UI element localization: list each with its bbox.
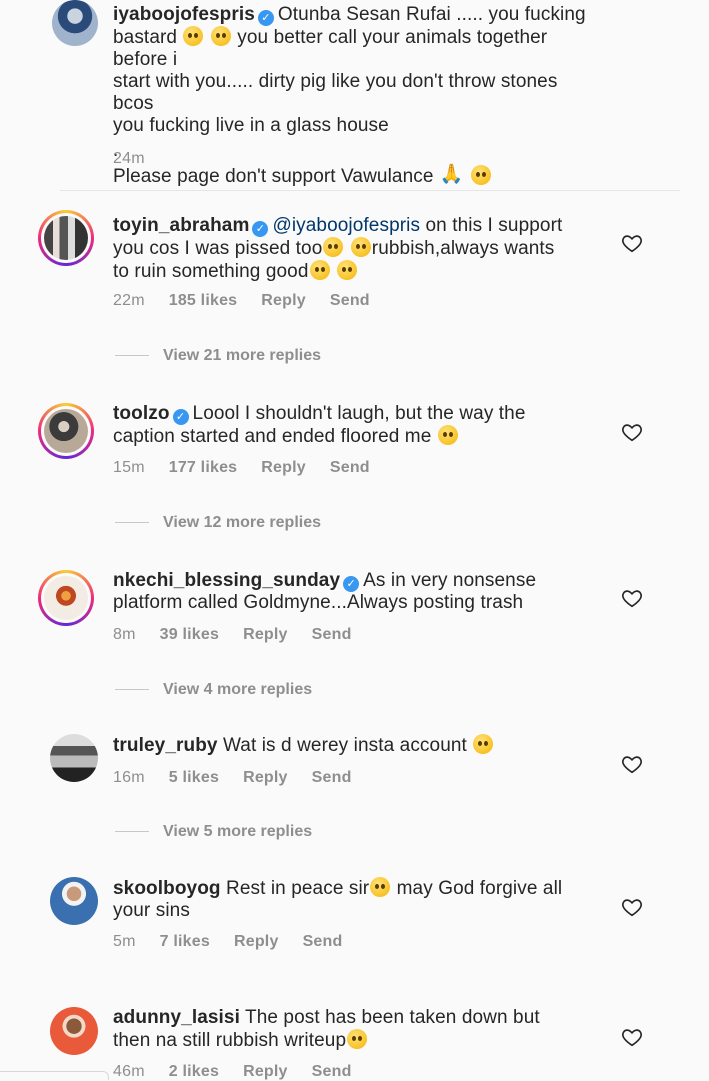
flushed-emoji-icon [350, 237, 371, 257]
reply-button[interactable]: Reply [243, 769, 288, 786]
bottom-edge-tab [0, 1071, 109, 1080]
reply-button[interactable]: Reply [261, 459, 306, 476]
likes-count[interactable]: 2 likes [169, 1063, 219, 1080]
avatar[interactable] [38, 570, 94, 626]
comment-meta: 46m 2 likes Reply Send [113, 1063, 376, 1081]
send-button[interactable]: Send [303, 933, 343, 950]
angry-emoji-icon [210, 26, 231, 46]
username[interactable]: iyaboojofespris [113, 4, 255, 25]
avatar[interactable] [50, 877, 98, 925]
username[interactable]: adunny_lasisi [113, 1007, 240, 1028]
timestamp: 22m [113, 292, 145, 309]
avatar[interactable] [50, 1007, 98, 1055]
avatar[interactable] [38, 403, 94, 459]
comment-meta: 8m 39 likes Reply Send [113, 626, 376, 644]
verified-badge-icon: ✓ [343, 576, 360, 592]
view-replies-button[interactable]: View 5 more replies [115, 823, 312, 841]
reply-button[interactable]: Reply [234, 933, 279, 950]
timestamp: 15m [113, 459, 145, 476]
avatar[interactable] [50, 734, 98, 782]
view-replies-button[interactable]: View 21 more replies [115, 347, 321, 365]
timestamp: 5m [113, 933, 136, 950]
kiss-emoji-icon [471, 165, 492, 185]
comment-meta: 24m [113, 150, 169, 168]
send-button[interactable]: Send [312, 626, 352, 643]
heart-icon[interactable] [621, 1026, 643, 1048]
send-button[interactable]: Send [330, 292, 370, 309]
likes-count[interactable]: 7 likes [160, 933, 210, 950]
verified-badge-icon: ✓ [257, 10, 274, 26]
pray-emoji-icon [440, 163, 464, 185]
heart-icon[interactable] [621, 232, 643, 254]
send-button[interactable]: Send [330, 459, 370, 476]
username[interactable]: skoolboyog [113, 878, 221, 899]
likes-count[interactable]: 177 likes [169, 459, 238, 476]
comment-meta: 5m 7 likes Reply Send [113, 933, 366, 951]
send-button[interactable]: Send [312, 769, 352, 786]
heart-icon[interactable] [621, 421, 643, 443]
send-button[interactable]: Send [312, 1063, 352, 1080]
reply-button[interactable]: Reply [243, 626, 288, 643]
timestamp: 46m [113, 1063, 145, 1080]
verified-badge-icon: ✓ [172, 409, 189, 425]
verified-badge-icon: ✓ [252, 221, 269, 237]
likes-count[interactable]: 39 likes [160, 626, 219, 643]
avatar[interactable] [52, 0, 98, 46]
comment-meta: 22m 185 likes Reply Send [113, 292, 394, 310]
comment-meta: 16m 5 likes Reply Send [113, 769, 376, 787]
username[interactable]: truley_ruby [113, 735, 218, 756]
laughing-emoji-icon [473, 734, 494, 754]
username[interactable]: toyin_abraham [113, 215, 249, 236]
timestamp: 24m [113, 150, 145, 167]
timestamp: 16m [113, 769, 145, 786]
likes-count[interactable]: 5 likes [169, 769, 219, 786]
flushed-emoji-icon [336, 260, 357, 280]
username[interactable]: nkechi_blessing_sunday [113, 570, 340, 591]
timestamp: 8m [113, 626, 136, 643]
avatar[interactable] [38, 210, 94, 266]
surprised-emoji-icon [347, 1029, 368, 1049]
likes-count[interactable]: 185 likes [169, 292, 238, 309]
flushed-emoji-icon [309, 260, 330, 280]
comment-meta: 15m 177 likes Reply Send [113, 459, 394, 477]
divider [60, 190, 680, 191]
username[interactable]: toolzo [113, 403, 170, 424]
heart-icon[interactable] [621, 587, 643, 609]
unamused-emoji-icon [183, 26, 204, 46]
heart-icon[interactable] [621, 753, 643, 775]
heart-icon[interactable] [621, 896, 643, 918]
crying-emoji-icon [370, 877, 391, 897]
flushed-emoji-icon [323, 237, 344, 257]
mention-link[interactable]: @iyaboojofespris [272, 215, 420, 236]
reply-button[interactable]: Reply [261, 292, 306, 309]
view-replies-button[interactable]: View 12 more replies [115, 514, 321, 532]
view-replies-button[interactable]: View 4 more replies [115, 681, 312, 699]
laughing-emoji-icon [437, 425, 458, 445]
reply-button[interactable]: Reply [243, 1063, 288, 1080]
caption-text: iyaboojofespris ✓ Otunba Sesan Rufai .....… [113, 4, 593, 188]
